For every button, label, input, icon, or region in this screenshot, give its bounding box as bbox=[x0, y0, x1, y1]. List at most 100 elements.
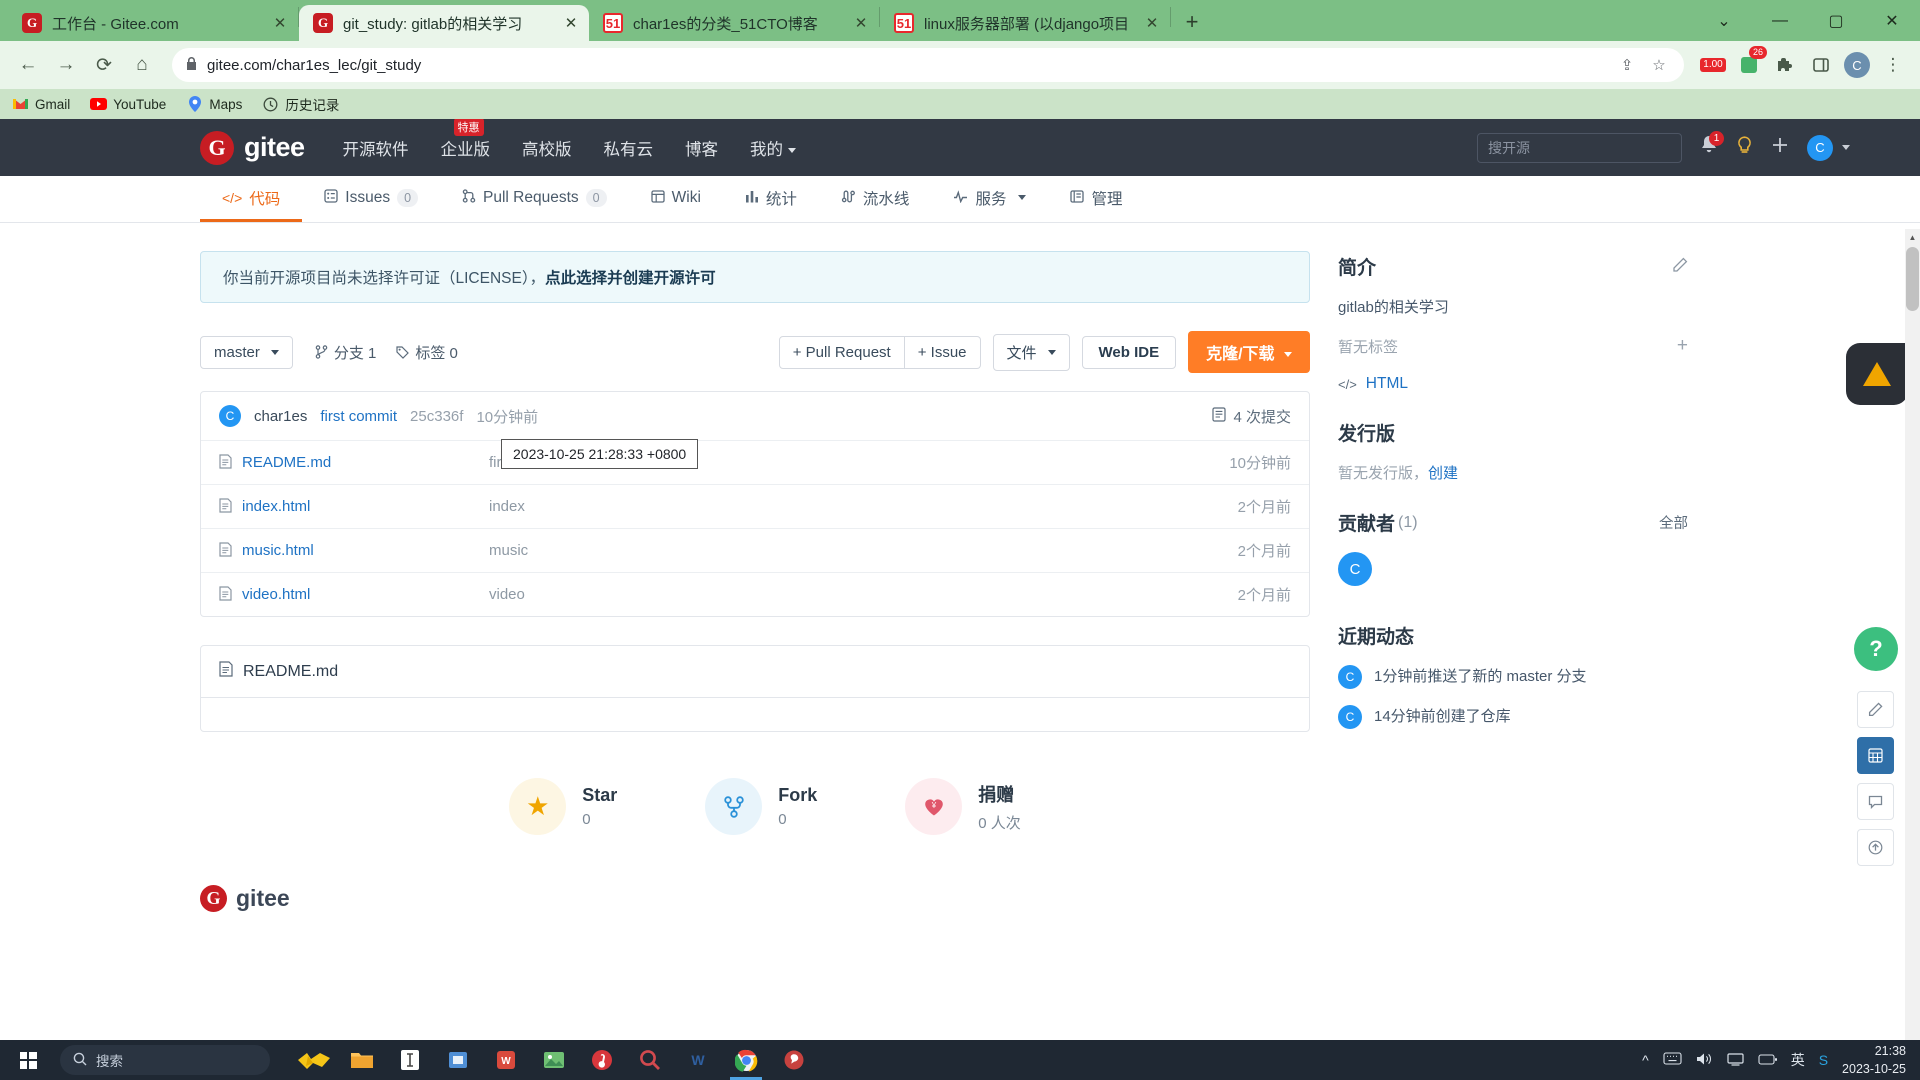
tab-manage[interactable]: 管理 bbox=[1048, 176, 1144, 222]
add-tag-icon[interactable]: + bbox=[1677, 335, 1688, 357]
new-tab-button[interactable]: + bbox=[1175, 5, 1209, 39]
photos-icon[interactable] bbox=[532, 1040, 576, 1080]
editor-icon[interactable] bbox=[388, 1040, 432, 1080]
page-scrollbar[interactable]: ▲ ▼ bbox=[1905, 229, 1920, 1040]
clone-download-button[interactable]: 克隆/下载 bbox=[1188, 331, 1310, 373]
plus-icon[interactable] bbox=[1771, 136, 1789, 159]
branches-link[interactable]: 分支 1 bbox=[315, 342, 376, 363]
browser-tab-4[interactable]: 51 linux服务器部署 (以django项目 ✕ bbox=[880, 5, 1170, 41]
profile-avatar[interactable]: C bbox=[1840, 48, 1874, 82]
nav-mine[interactable]: 我的 bbox=[750, 136, 797, 160]
file-name-link[interactable]: README.md bbox=[219, 453, 489, 472]
nav-open-source[interactable]: 开源软件 bbox=[343, 136, 409, 160]
address-bar[interactable]: gitee.com/char1es_lec/git_study ⇪ ☆ bbox=[172, 48, 1684, 82]
chevron-down-icon[interactable]: ⌄ bbox=[1696, 0, 1752, 41]
volume-icon[interactable] bbox=[1696, 1052, 1713, 1069]
bookmark-youtube[interactable]: YouTube bbox=[90, 96, 166, 113]
fork-action[interactable]: Fork 0 bbox=[705, 778, 817, 835]
file-menu-button[interactable]: 文件 bbox=[992, 333, 1070, 371]
close-icon[interactable]: ✕ bbox=[849, 11, 873, 35]
tab-pull-requests[interactable]: Pull Requests 0 bbox=[440, 176, 629, 222]
commit-sha[interactable]: 25c336f bbox=[410, 408, 463, 425]
netease-music-icon[interactable] bbox=[580, 1040, 624, 1080]
nav-blog[interactable]: 博客 bbox=[685, 136, 718, 160]
file-row[interactable]: README.md first commit 10分钟前 2023-10-25 … bbox=[201, 439, 1309, 485]
nav-education[interactable]: 高校版 bbox=[522, 136, 572, 160]
contributor-avatar[interactable]: C bbox=[1338, 552, 1372, 586]
mascot-widget[interactable] bbox=[1846, 343, 1908, 405]
activity-text[interactable]: 14分钟前创建了仓库 bbox=[1374, 705, 1511, 726]
taskbar-search[interactable]: 搜索 bbox=[60, 1045, 270, 1075]
reload-icon[interactable]: ⟳ bbox=[86, 47, 122, 83]
search-app-icon[interactable] bbox=[628, 1040, 672, 1080]
nav-private-cloud[interactable]: 私有云 bbox=[604, 136, 654, 160]
bookmark-history[interactable]: 历史记录 bbox=[262, 94, 339, 114]
help-button[interactable]: ? bbox=[1854, 627, 1898, 671]
extension-green-icon[interactable]: 26 bbox=[1732, 46, 1767, 82]
network-icon[interactable] bbox=[1727, 1052, 1744, 1069]
scrollbar-thumb[interactable] bbox=[1906, 247, 1919, 311]
teams-icon[interactable] bbox=[436, 1040, 480, 1080]
back-to-top-icon[interactable] bbox=[1857, 829, 1894, 866]
tab-code[interactable]: </> 代码 bbox=[200, 176, 303, 222]
nav-enterprise[interactable]: 特惠 企业版 bbox=[441, 119, 490, 160]
wps-icon[interactable]: W bbox=[484, 1040, 528, 1080]
bookmark-star-icon[interactable]: ☆ bbox=[1648, 56, 1670, 74]
file-name-link[interactable]: index.html bbox=[219, 497, 489, 516]
search-input[interactable]: 搜开源 bbox=[1477, 132, 1682, 163]
close-icon[interactable]: ✕ bbox=[559, 11, 583, 35]
donate-action[interactable]: ¥ 捐赠 0 人次 bbox=[905, 778, 1021, 835]
star-action[interactable]: ★ Star 0 bbox=[509, 778, 617, 835]
contributors-all-link[interactable]: 全部 bbox=[1659, 512, 1688, 533]
tab-service[interactable]: 服务 bbox=[931, 176, 1048, 222]
bookmark-gmail[interactable]: Gmail bbox=[12, 96, 70, 113]
share-icon[interactable]: ⇪ bbox=[1616, 56, 1638, 74]
minimize-button[interactable]: — bbox=[1752, 0, 1808, 41]
web-ide-button[interactable]: Web IDE bbox=[1081, 335, 1177, 369]
extension-badge-100[interactable]: 1.00 bbox=[1696, 48, 1730, 82]
comment-icon[interactable] bbox=[1857, 783, 1894, 820]
tags-link[interactable]: 标签 0 bbox=[396, 342, 458, 363]
ime-indicator[interactable]: 英 bbox=[1791, 1050, 1805, 1070]
branch-selector[interactable]: master bbox=[200, 335, 293, 369]
close-icon[interactable]: ✕ bbox=[1140, 11, 1164, 35]
browser-tab-3[interactable]: 51 char1es的分类_51CTO博客 ✕ bbox=[589, 5, 879, 41]
browser-tab-1[interactable]: G 工作台 - Gitee.com ✕ bbox=[8, 5, 298, 41]
scroll-up-arrow-icon[interactable]: ▲ bbox=[1905, 229, 1920, 245]
tab-wiki[interactable]: Wiki bbox=[629, 176, 723, 222]
commit-message[interactable]: first commit bbox=[320, 408, 397, 425]
tab-issues[interactable]: Issues 0 bbox=[302, 176, 440, 222]
feedback-icon[interactable] bbox=[1857, 691, 1894, 728]
file-row[interactable]: index.html index 2个月前 bbox=[201, 485, 1309, 529]
activity-text[interactable]: 1分钟前推送了新的 master 分支 bbox=[1374, 665, 1587, 686]
start-button[interactable] bbox=[0, 1040, 56, 1080]
file-name-link[interactable]: video.html bbox=[219, 585, 489, 604]
file-explorer-icon[interactable] bbox=[340, 1040, 384, 1080]
cloud-sync-icon[interactable]: S bbox=[1819, 1052, 1828, 1068]
chrome-icon[interactable] bbox=[724, 1040, 768, 1080]
release-create-link[interactable]: 创建 bbox=[1428, 462, 1458, 483]
license-notice-link[interactable]: 点此选择并创建开源许可 bbox=[545, 266, 716, 288]
edit-icon[interactable] bbox=[1672, 257, 1688, 277]
file-row[interactable]: video.html video 2个月前 bbox=[201, 573, 1309, 616]
clock[interactable]: 21:38 2023-10-25 bbox=[1842, 1042, 1906, 1078]
language-row[interactable]: </> HTML bbox=[1338, 375, 1688, 393]
close-window-button[interactable]: ✕ bbox=[1864, 0, 1920, 41]
chrome-menu-icon[interactable]: ⋮ bbox=[1876, 48, 1910, 82]
lightbulb-icon[interactable] bbox=[1736, 135, 1753, 160]
commit-author[interactable]: char1es bbox=[254, 408, 307, 425]
back-icon[interactable]: ← bbox=[10, 47, 46, 83]
maximize-button[interactable]: ▢ bbox=[1808, 0, 1864, 41]
bookmark-maps[interactable]: Maps bbox=[186, 96, 242, 113]
gitee-logo[interactable]: G gitee bbox=[200, 130, 305, 165]
calculator-icon[interactable] bbox=[1857, 737, 1894, 774]
tray-chevron-up-icon[interactable]: ^ bbox=[1642, 1052, 1649, 1068]
tab-pipeline[interactable]: 流水线 bbox=[819, 176, 932, 222]
user-menu[interactable]: C bbox=[1807, 134, 1850, 161]
keyboard-icon[interactable] bbox=[1663, 1052, 1682, 1068]
issue-button[interactable]: + Issue bbox=[904, 335, 981, 369]
file-row[interactable]: music.html music 2个月前 bbox=[201, 529, 1309, 573]
forward-icon[interactable]: → bbox=[48, 47, 84, 83]
app-icon[interactable] bbox=[772, 1040, 816, 1080]
file-name-link[interactable]: music.html bbox=[219, 541, 489, 560]
